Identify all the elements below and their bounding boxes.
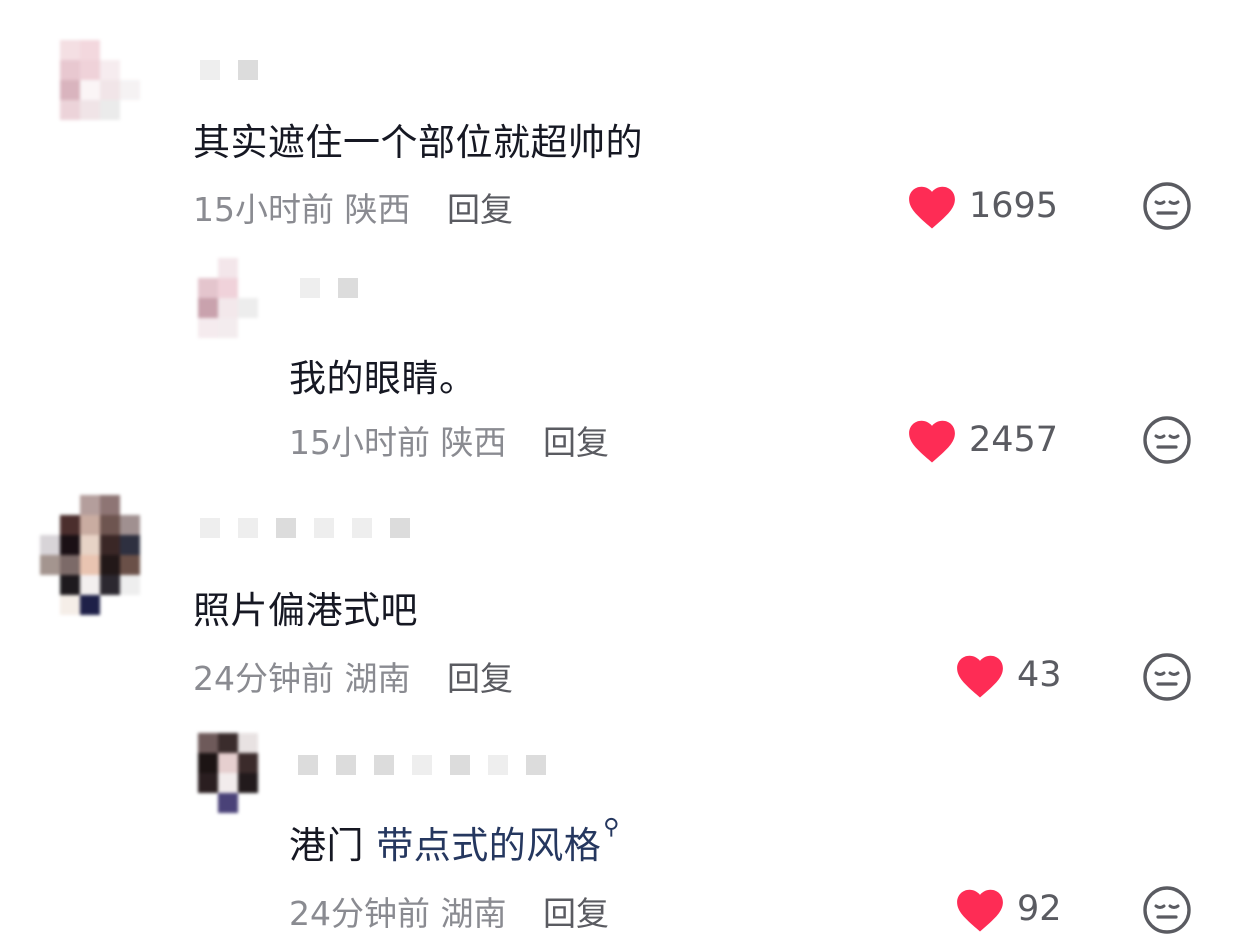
comment-location: 陕西 [440, 423, 507, 462]
comment-time: 15小时前 [289, 423, 430, 462]
reply-button[interactable]: 回复 [447, 190, 513, 229]
reply-button[interactable]: 回复 [447, 659, 513, 698]
like-count: 1695 [969, 186, 1059, 226]
reply-button[interactable]: 回复 [543, 894, 609, 933]
comment-meta: 15小时前 陕西 回复 [193, 183, 513, 231]
comment-text: 照片偏港式吧 [193, 589, 418, 632]
comment-meta: 24分钟前 湖南 回复 [289, 887, 609, 935]
heart-icon [909, 186, 955, 229]
comment-text: 其实遮住一个部位就超帅的 [193, 121, 643, 164]
dislike-face-icon[interactable] [1141, 180, 1193, 232]
comment-location: 湖南 [440, 894, 507, 933]
avatar[interactable] [198, 258, 258, 338]
comment-time: 15小时前 [193, 190, 334, 229]
avatar[interactable] [40, 40, 140, 140]
comment-text: 港门 带点式的风格⚲ [289, 815, 620, 869]
heart-icon [909, 420, 955, 463]
username-blurred[interactable] [200, 518, 428, 548]
username-blurred[interactable] [200, 60, 276, 90]
like-button[interactable]: 92 [953, 885, 1062, 933]
comment-meta: 24分钟前 湖南 回复 [193, 652, 513, 700]
comment-time: 24分钟前 [193, 659, 334, 698]
username-blurred[interactable] [300, 278, 376, 308]
avatar[interactable] [40, 495, 160, 615]
search-keyword-link[interactable]: 带点式的风格 [376, 824, 601, 867]
dislike-face-icon[interactable] [1141, 651, 1193, 703]
like-count: 2457 [969, 420, 1059, 460]
comment-time: 24分钟前 [289, 894, 430, 933]
comment-location: 湖南 [344, 659, 411, 698]
like-button[interactable]: 1695 [905, 182, 1058, 230]
comment-location: 陕西 [344, 190, 411, 229]
dislike-face-icon[interactable] [1141, 414, 1193, 466]
heart-icon [957, 889, 1003, 932]
search-icon[interactable]: ⚲ [603, 815, 620, 840]
dislike-face-icon[interactable] [1141, 884, 1193, 936]
avatar[interactable] [198, 733, 258, 813]
heart-icon [957, 655, 1003, 698]
like-button[interactable]: 43 [953, 651, 1062, 699]
comment-meta: 15小时前 陕西 回复 [289, 416, 609, 464]
comment-text-prefix: 港门 [289, 824, 364, 867]
reply-button[interactable]: 回复 [543, 423, 609, 462]
like-count: 92 [1017, 889, 1062, 929]
like-count: 43 [1017, 655, 1062, 695]
like-button[interactable]: 2457 [905, 416, 1058, 464]
username-blurred[interactable] [298, 755, 564, 785]
comment-text: 我的眼睛。 [289, 357, 477, 400]
